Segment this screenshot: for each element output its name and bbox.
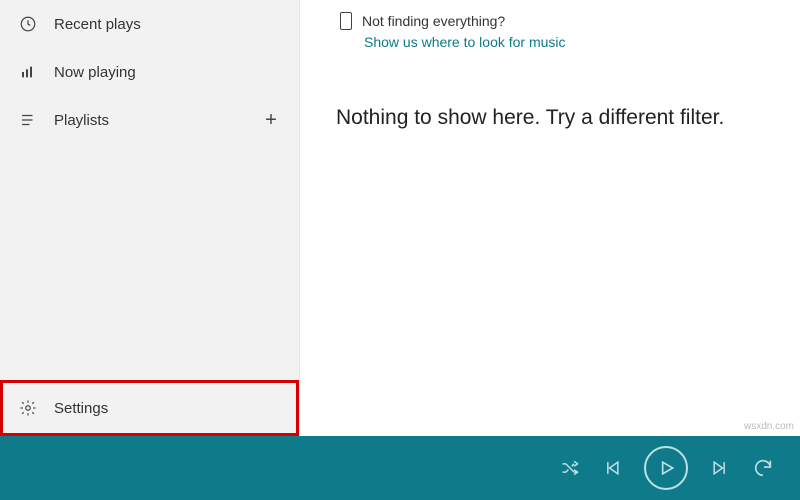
- player-bar: [0, 436, 800, 500]
- sidebar-item-recent-plays[interactable]: Recent plays: [0, 0, 299, 48]
- show-music-location-link[interactable]: Show us where to look for music: [364, 34, 800, 50]
- sidebar-item-label: Now playing: [54, 64, 283, 81]
- repeat-button[interactable]: [752, 457, 774, 479]
- sidebar-item-label: Recent plays: [54, 16, 283, 33]
- clock-icon: [16, 15, 40, 33]
- next-track-button[interactable]: [710, 458, 730, 478]
- sidebar-item-label: Settings: [54, 400, 283, 417]
- sidebar-item-now-playing[interactable]: Now playing: [0, 48, 299, 96]
- previous-track-button[interactable]: [602, 458, 622, 478]
- empty-state-message: Nothing to show here. Try a different fi…: [336, 106, 800, 130]
- gear-icon: [16, 399, 40, 417]
- shuffle-button[interactable]: [560, 458, 580, 478]
- playlist-icon: [16, 111, 40, 129]
- sidebar-item-playlists[interactable]: Playlists +: [0, 96, 299, 144]
- hint-title: Not finding everything?: [362, 13, 505, 29]
- device-icon: [340, 12, 352, 30]
- add-playlist-icon[interactable]: +: [259, 109, 283, 132]
- main-content: Not finding everything? Show us where to…: [300, 0, 800, 436]
- sidebar-item-settings[interactable]: Settings: [0, 380, 299, 436]
- play-button[interactable]: [644, 446, 688, 490]
- hint-title-row: Not finding everything?: [340, 12, 800, 30]
- sidebar-item-label: Playlists: [54, 112, 259, 129]
- music-location-hint: Not finding everything? Show us where to…: [340, 12, 800, 50]
- watermark: wsxdn.com: [744, 421, 794, 432]
- sidebar-spacer: [0, 144, 299, 380]
- equalizer-icon: [16, 64, 40, 80]
- sidebar: Recent plays Now playing Playlists + Set…: [0, 0, 300, 436]
